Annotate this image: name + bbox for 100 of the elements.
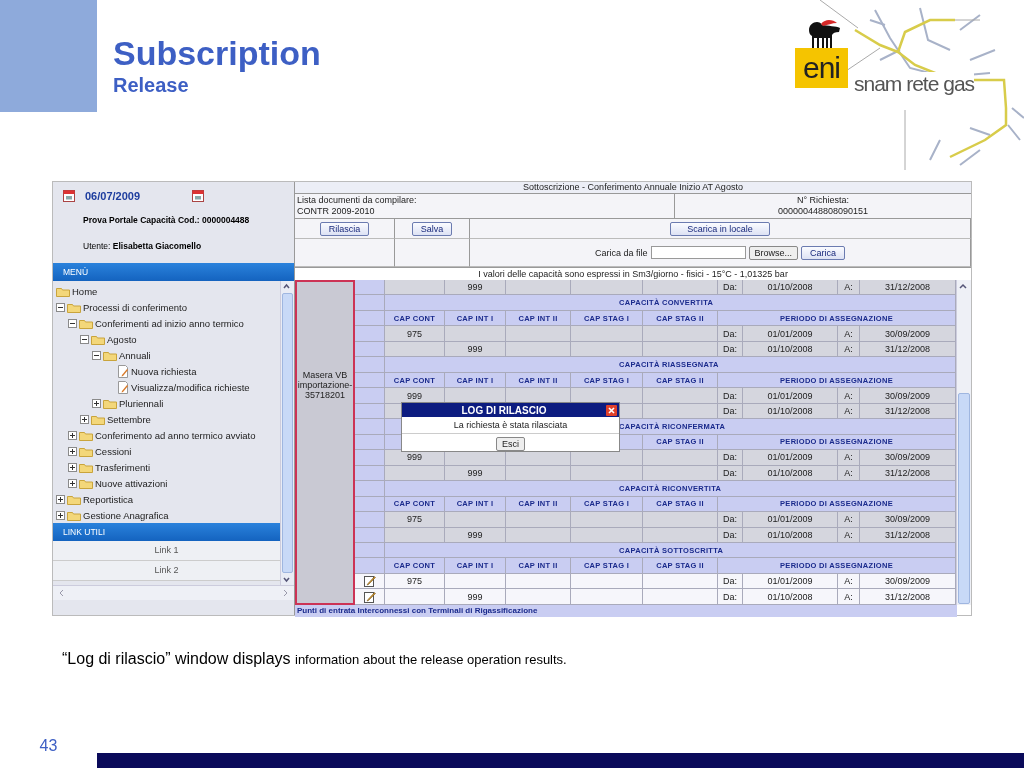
menu-item[interactable]: Conferimenti ad inizio anno termico: [95, 317, 244, 329]
table-cell: 999: [445, 589, 506, 605]
folder-icon: [56, 285, 70, 297]
browse-button[interactable]: Browse...: [748, 245, 798, 260]
edit-icon[interactable]: [363, 590, 376, 603]
expand-icon[interactable]: [80, 414, 89, 424]
table-cell: 30/09/2009: [860, 512, 956, 528]
close-icon[interactable]: [606, 404, 617, 416]
expand-icon[interactable]: [68, 462, 77, 472]
collapse-icon[interactable]: [56, 302, 65, 312]
scroll-thumb[interactable]: [958, 393, 970, 604]
table-cell: 975: [385, 326, 445, 342]
expand-icon[interactable]: [68, 446, 77, 456]
download-button[interactable]: Scarica in locale: [670, 221, 770, 236]
folder-icon: [103, 397, 117, 409]
menu-item[interactable]: Trasferimenti: [95, 461, 151, 473]
action-button[interactable]: Rilascia: [319, 221, 370, 236]
table-cell: [571, 450, 643, 466]
collapse-icon[interactable]: [80, 334, 89, 344]
table-cell: [355, 419, 385, 435]
menu-item[interactable]: Agosto: [107, 333, 137, 345]
table-cell: 01/10/2008: [743, 589, 838, 605]
table-cell: A:: [838, 388, 860, 404]
table-cell: Da:: [718, 280, 743, 296]
field-value: CONTR 2009-2010: [297, 206, 376, 217]
table-cell: 975: [385, 512, 445, 528]
edit-icon[interactable]: [363, 575, 376, 588]
date-label: 06/07/2009: [85, 190, 141, 202]
document-icon: [117, 380, 129, 394]
expand-icon[interactable]: [56, 494, 65, 504]
calendar-icon[interactable]: [192, 190, 205, 202]
menu-item[interactable]: Visualizza/modifica richieste: [131, 381, 250, 393]
table-cell: [385, 280, 445, 296]
expand-icon[interactable]: [56, 510, 65, 520]
menu-item[interactable]: Nuova richiesta: [131, 365, 197, 377]
table-cell: 01/10/2008: [743, 280, 838, 296]
table-cell: 31/12/2008: [860, 280, 956, 296]
menu-item[interactable]: Settembre: [107, 413, 151, 425]
field-value: 000000448808090151: [776, 206, 870, 217]
section-footer: Punti di entrata Interconnessi con Terminali di Rigassificazione: [295, 605, 957, 617]
table-cell: Da:: [718, 589, 743, 605]
menu-item[interactable]: Nuove attivazioni: [95, 477, 168, 489]
folder-icon: [67, 301, 81, 313]
table-cell: [355, 295, 385, 311]
folder-icon: [91, 333, 105, 345]
table-cell: 01/01/2009: [743, 450, 838, 466]
menu-item[interactable]: Gestione Anagrafica: [83, 509, 169, 521]
scroll-thumb[interactable]: [282, 293, 293, 573]
table-cell: 999: [445, 280, 506, 296]
scrollbar[interactable]: [280, 281, 294, 585]
folder-icon: [79, 429, 93, 441]
menu-item[interactable]: Pluriennali: [119, 397, 164, 409]
folder-icon: [91, 413, 105, 425]
folder-icon: [103, 349, 117, 361]
menu-item[interactable]: Home: [72, 285, 98, 297]
menu-item[interactable]: Processi di conferimento: [83, 301, 188, 313]
table-cell: [506, 512, 571, 528]
dialog-title: LOG DI RILASCIO: [461, 404, 547, 416]
folder-icon: [79, 317, 93, 329]
table-cell: [571, 589, 643, 605]
scrollbar[interactable]: [956, 280, 971, 605]
expand-icon[interactable]: [68, 430, 77, 440]
slide-subtitle: Release: [113, 74, 190, 97]
menu-item[interactable]: Conferimento ad anno termico avviato: [95, 429, 256, 441]
table-cell: 01/01/2009: [743, 326, 838, 342]
collapse-icon[interactable]: [68, 318, 77, 328]
upload-button[interactable]: Carica: [801, 245, 846, 260]
portal-label: Prova Portale Capacità Cod.: 0000004488: [83, 215, 251, 225]
table-cell: [506, 280, 571, 296]
link-item[interactable]: Link 2: [53, 561, 280, 581]
table-cell: [506, 326, 571, 342]
calendar-icon[interactable]: [63, 190, 75, 202]
table-cell: [506, 589, 571, 605]
table-cell: 999: [385, 450, 445, 466]
folder-icon: [67, 493, 81, 505]
expand-icon[interactable]: [68, 478, 77, 488]
slide-caption: “Log di rilascio” window displays information about the release operation results.: [62, 650, 568, 668]
file-field[interactable]: [650, 246, 746, 259]
table-cell: 31/12/2008: [860, 589, 956, 605]
table-cell: A:: [838, 280, 860, 296]
table-cell: 01/01/2009: [743, 512, 838, 528]
menu-item[interactable]: Cessioni: [95, 445, 132, 457]
expand-icon[interactable]: [92, 398, 101, 408]
link-item[interactable]: Link 1: [53, 541, 280, 561]
form-title: Sottoscrizione - Conferimento Annuale Inizio AT Agosto: [295, 182, 971, 194]
menu-item[interactable]: Reportistica: [83, 493, 134, 505]
table-cell: [355, 481, 385, 497]
menu-item[interactable]: Annuali: [119, 349, 151, 361]
user-label: Utente: Elisabetta Giacomello: [83, 241, 203, 251]
collapse-icon[interactable]: [92, 350, 101, 360]
field-label: Lista documenti da compilare:: [297, 195, 418, 206]
upload-label: Carica da file: [594, 247, 648, 258]
table-cell: 30/09/2009: [860, 388, 956, 404]
table-cell: Da:: [718, 388, 743, 404]
table-cell: [571, 280, 643, 296]
action-button[interactable]: Salva: [411, 221, 453, 236]
table-cell: [571, 512, 643, 528]
folder-icon: [67, 509, 81, 521]
exit-button[interactable]: Esci: [496, 437, 525, 451]
links-header: LINK UTILI: [53, 523, 280, 541]
